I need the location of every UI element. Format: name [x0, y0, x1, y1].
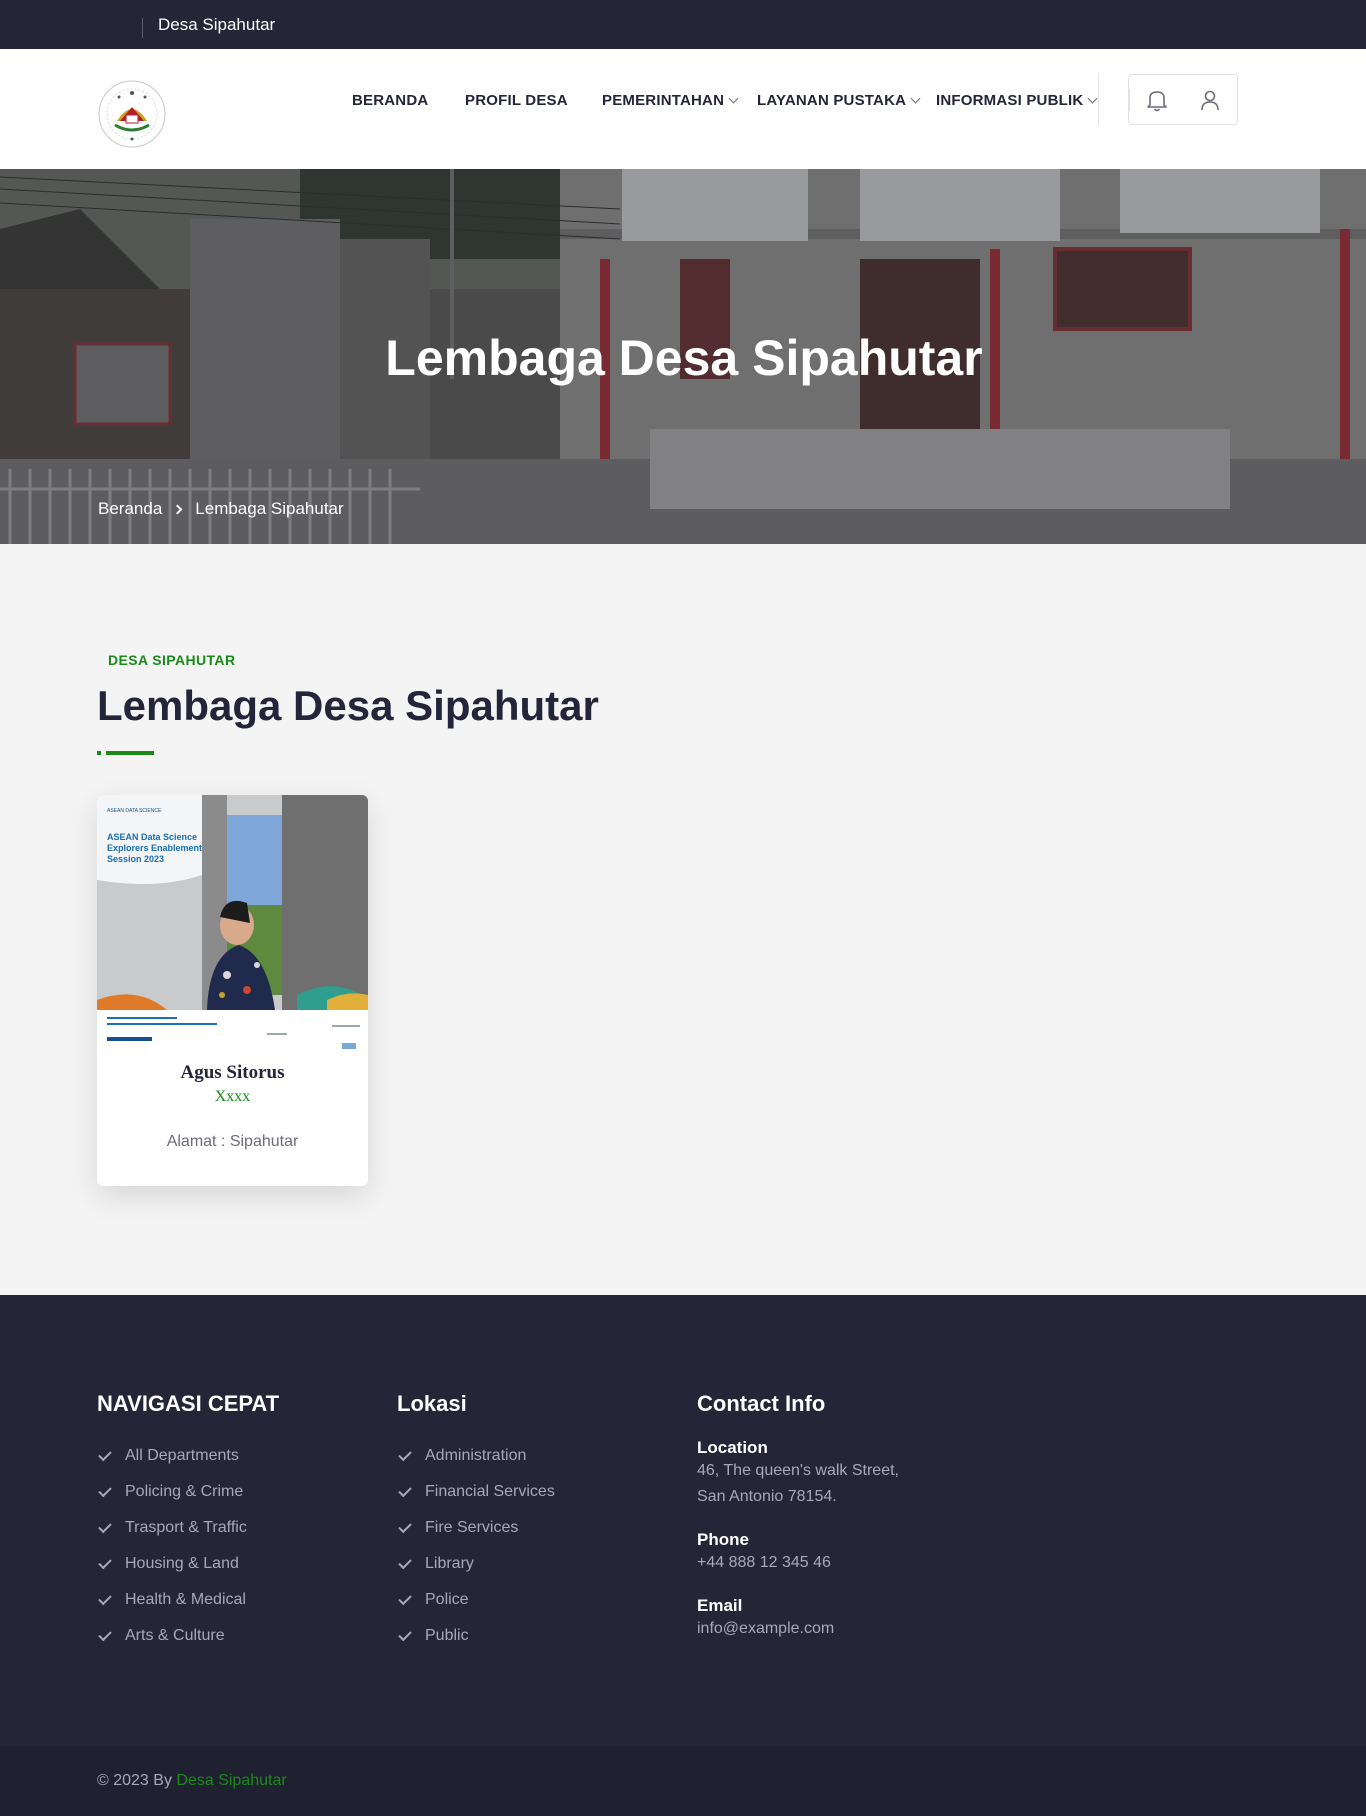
nav-label: LAYANAN PUSTAKA [757, 91, 907, 109]
footer-heading: Contact Info [697, 1391, 826, 1416]
breadcrumb-current: Lembaga Sipahutar [195, 499, 344, 518]
contact-label: Email [697, 1596, 743, 1615]
footer-link[interactable]: Health & Medical [97, 1582, 279, 1618]
nav-label: INFORMASI PUBLIK [936, 91, 1084, 109]
check-icon [98, 1447, 112, 1461]
top-bar-divider [142, 18, 143, 38]
check-icon [398, 1591, 412, 1605]
contact-email-value[interactable]: info@example.com [697, 1616, 899, 1642]
nav-layanan-pustaka[interactable]: LAYANAN PUSTAKA [757, 90, 921, 110]
copyright-bar: © 2023 By Desa Sipahutar [0, 1746, 1366, 1816]
check-icon [98, 1591, 112, 1605]
contact-address-line: 46, The queen's walk Street, [697, 1462, 899, 1479]
check-icon [98, 1519, 112, 1533]
nav-label: BERANDA [352, 91, 429, 109]
check-icon [398, 1483, 412, 1497]
footer: NAVIGASI CEPAT All Departments Policing … [0, 1295, 1366, 1746]
check-icon [398, 1555, 412, 1569]
member-name: Agus Sitorus [180, 1062, 285, 1083]
member-role: Xxxx [214, 1088, 251, 1105]
footer-heading: Lokasi [397, 1391, 467, 1416]
nav-label: PEMERINTAHAN [602, 91, 725, 109]
hero-title: Lembaga Desa Sipahutar [385, 330, 983, 386]
footer-location: Lokasi Administration Financial Services… [397, 1391, 555, 1654]
footer-link[interactable]: Fire Services [397, 1510, 555, 1546]
footer-link[interactable]: Police [397, 1582, 555, 1618]
footer-link[interactable]: Policing & Crime [97, 1474, 279, 1510]
footer-quick-nav: NAVIGASI CEPAT All Departments Policing … [97, 1391, 279, 1654]
member-address: Alamat : Sipahutar [166, 1133, 299, 1150]
nav-divider [1098, 73, 1099, 125]
title-underline [97, 751, 157, 755]
copyright-text: © 2023 By Desa Sipahutar [97, 1772, 287, 1789]
contact-label: Phone [697, 1530, 749, 1549]
contact-email: Email info@example.com [697, 1596, 899, 1642]
contact-location: Location 46, The queen's walk Street, Sa… [697, 1438, 899, 1510]
breadcrumb: Beranda Lembaga Sipahutar [98, 499, 344, 519]
breadcrumb-home-link[interactable]: Beranda [98, 499, 162, 519]
footer-link[interactable]: Trasport & Traffic [97, 1510, 279, 1546]
nav-label: PROFIL DESA [465, 91, 568, 109]
poster-line-3: Session 2023 [107, 854, 164, 864]
footer-link[interactable]: Library [397, 1546, 555, 1582]
top-bar: Desa Sipahutar [0, 0, 1366, 49]
nav-beranda[interactable]: BERANDA [352, 90, 428, 110]
main-header: BERANDA PROFIL DESA PEMERINTAHAN LAYANAN… [0, 49, 1366, 169]
contact-phone-value[interactable]: +44 888 12 345 46 [697, 1550, 899, 1576]
check-icon [98, 1483, 112, 1497]
check-icon [98, 1555, 112, 1569]
check-icon [98, 1627, 112, 1641]
check-icon [398, 1627, 412, 1641]
member-photo: ASEAN DATA SCIENCE ASEAN Data Science Ex… [97, 795, 368, 1063]
chevron-down-icon [1087, 93, 1098, 103]
footer-link[interactable]: Public [397, 1618, 555, 1654]
nav-pemerintahan[interactable]: PEMERINTAHAN [602, 90, 739, 110]
footer-link[interactable]: Administration [397, 1438, 555, 1474]
section-eyebrow: DESA SIPAHUTAR [108, 652, 236, 668]
copyright-link[interactable]: Desa Sipahutar [176, 1772, 286, 1789]
nav-profil-desa[interactable]: PROFIL DESA [465, 90, 568, 110]
header-actions [1128, 74, 1238, 125]
contact-phone: Phone +44 888 12 345 46 [697, 1530, 899, 1576]
member-card[interactable]: ASEAN DATA SCIENCE ASEAN Data Science Ex… [97, 795, 368, 1186]
footer-link[interactable]: Housing & Land [97, 1546, 279, 1582]
bell-icon[interactable] [1144, 87, 1170, 113]
footer-heading: NAVIGASI CEPAT [97, 1391, 280, 1416]
section-title: Lembaga Desa Sipahutar [97, 682, 599, 729]
contact-address-line: San Antonio 78154. [697, 1488, 837, 1505]
poster-line-1: ASEAN Data Science [107, 832, 197, 842]
check-icon [398, 1447, 412, 1461]
footer-link[interactable]: All Departments [97, 1438, 279, 1474]
user-icon[interactable] [1197, 87, 1223, 113]
chevron-right-icon [172, 504, 183, 514]
header-actions-divider [1129, 89, 1130, 111]
footer-contact: Contact Info Location 46, The queen's wa… [697, 1391, 899, 1662]
poster-line-2: Explorers Enablement [107, 843, 202, 853]
hero-banner: Lembaga Desa Sipahutar Beranda Lembaga S… [0, 169, 1366, 544]
chevron-down-icon [728, 93, 739, 103]
top-bar-site-name: Desa Sipahutar [158, 15, 276, 34]
contact-label: Location [697, 1438, 768, 1457]
chevron-down-icon [910, 93, 921, 103]
footer-link[interactable]: Arts & Culture [97, 1618, 279, 1654]
svg-text:ASEAN DATA SCIENCE: ASEAN DATA SCIENCE [107, 808, 162, 814]
footer-link[interactable]: Financial Services [397, 1474, 555, 1510]
check-icon [398, 1519, 412, 1533]
nav-informasi-publik[interactable]: INFORMASI PUBLIK [936, 90, 1098, 110]
